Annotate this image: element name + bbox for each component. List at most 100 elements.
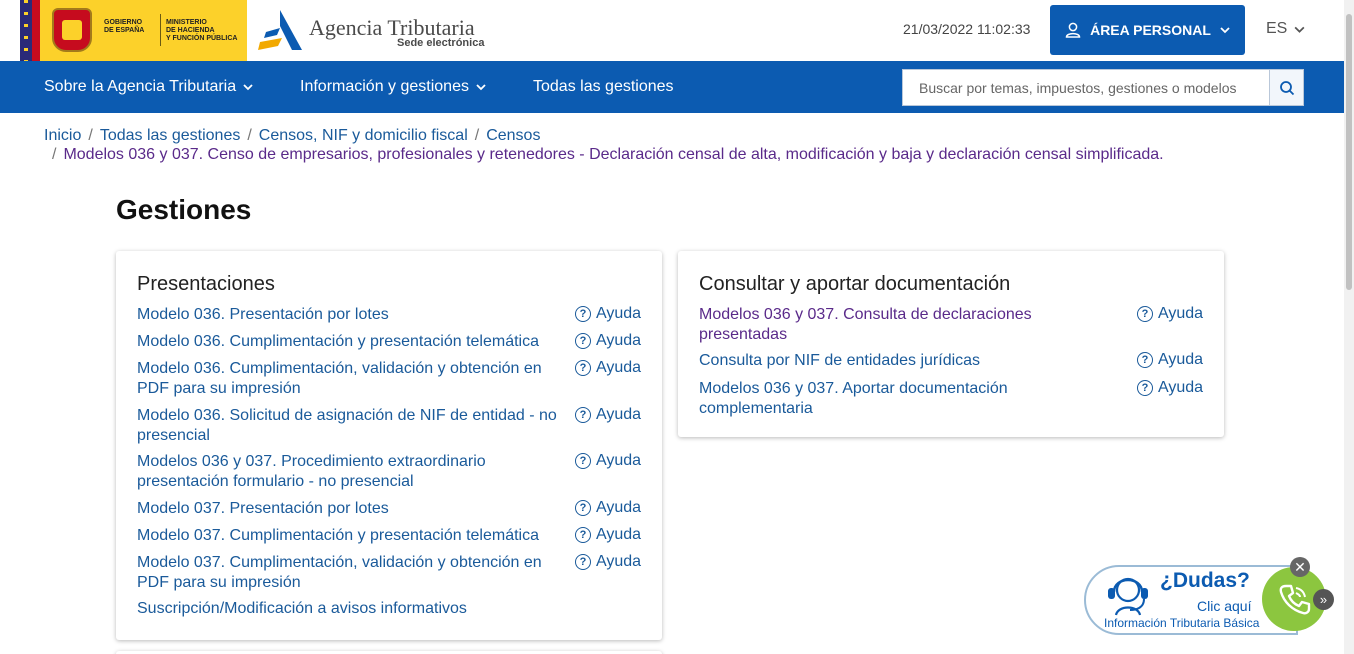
top-header: GOBIERNO DE ESPAÑA MINISTERIO DE HACIEND… [0,0,1344,61]
list-item: Consulta por NIF de entidades jurídicas [699,351,1099,371]
help-label: Ayuda [1158,379,1204,396]
breadcrumb-censos[interactable]: Censos [486,127,540,144]
language-selector[interactable]: ES [1266,20,1306,38]
gestion-link[interactable]: Consulta por NIF de entidades jurídicas [699,352,980,369]
list-item: Modelo 036. Presentación por lotes [137,305,557,325]
list-item: Modelo 037. Cumplimentación y presentaci… [137,526,557,546]
agency-subtitle: Sede electrónica [397,37,485,49]
gestion-link[interactable]: Modelos 036 y 037. Consulta de declaraci… [699,306,1032,343]
gobierno-label: GOBIERNO DE ESPAÑA [104,19,145,34]
search-input[interactable] [903,70,1269,105]
breadcrumb-separator: / [88,127,93,144]
gestion-link[interactable]: Modelos 036 y 037. Aportar documentación… [699,380,1008,417]
breadcrumb-separator: / [247,127,252,144]
nav-sobre-agencia[interactable]: Sobre la Agencia Tributaria [44,78,254,96]
breadcrumb-separator: / [474,127,480,144]
gobierno-logo-block[interactable]: GOBIERNO DE ESPAÑA MINISTERIO DE HACIEND… [20,0,247,61]
help-icon: ? [575,407,591,423]
search-button[interactable] [1269,70,1303,105]
help-link[interactable]: ? Ayuda [575,305,641,323]
breadcrumb-censos-nif[interactable]: Censos, NIF y domicilio fiscal [259,127,468,144]
breadcrumb-current[interactable]: Modelos 036 y 037. Censo de empresarios,… [63,146,1163,163]
list-item: Modelos 036 y 037. Aportar documentación… [699,379,1039,418]
help-icon: ? [575,360,591,376]
gestion-link[interactable]: Modelo 037. Cumplimentación y presentaci… [137,527,539,544]
nav-item-label: Información y gestiones [300,78,469,95]
agencia-tributaria-logo-icon[interactable] [256,8,304,52]
gov-divider [160,14,161,46]
dudas-info-label: Información Tributaria Básica [1104,616,1260,630]
help-icon: ? [575,500,591,516]
page-title: Gestiones [116,194,252,225]
help-label: Ayuda [596,359,642,376]
scrollbar-thumb[interactable] [1346,14,1352,290]
help-link[interactable]: ? Ayuda [575,452,641,470]
help-link[interactable]: ? Ayuda [575,359,641,377]
help-link[interactable]: ? Ayuda [1137,305,1203,323]
area-personal-button[interactable]: ÁREA PERSONAL [1050,5,1245,55]
list-item: Suscripción/Modificación a avisos inform… [137,599,557,619]
area-personal-label: ÁREA PERSONAL [1090,22,1211,38]
help-link[interactable]: ? Ayuda [575,499,641,517]
nav-item-label: Todas las gestiones [533,78,674,95]
breadcrumb-current-line: / Modelos 036 y 037. Censo de empresarios… [52,145,1164,164]
spain-flag-stripe [32,0,40,61]
chevron-down-icon [1294,26,1305,33]
nav-informacion-gestiones[interactable]: Información y gestiones [300,78,487,96]
breadcrumb-separator: / [52,146,57,163]
help-label: Ayuda [596,305,642,322]
chevron-down-icon [243,84,253,91]
main-navbar: Sobre la Agencia Tributaria Información … [0,61,1344,113]
eu-flag-icon [20,0,32,61]
list-item: Modelo 036. Cumplimentación, validación … [137,359,557,398]
help-icon: ? [1137,352,1153,368]
gestion-link[interactable]: Modelo 036. Cumplimentación, validación … [137,360,542,397]
help-label: Ayuda [596,452,642,469]
help-icon: ? [575,554,591,570]
help-icon: ? [1137,380,1153,396]
card-title-presentaciones: Presentaciones [137,273,275,295]
search-icon [1279,80,1294,95]
language-label: ES [1266,20,1288,37]
gestion-link[interactable]: Modelo 037. Presentación por lotes [137,500,389,517]
help-icon: ? [575,333,591,349]
chevron-right-icon[interactable]: » [1313,589,1334,610]
gestion-link[interactable]: Modelo 036. Cumplimentación y presentaci… [137,333,539,350]
list-item: Modelo 037. Cumplimentación, validación … [137,553,557,592]
help-link[interactable]: ? Ayuda [1137,351,1203,369]
gestion-link[interactable]: Modelos 036 y 037. Procedimiento extraor… [137,453,486,490]
breadcrumb-todas-gestiones[interactable]: Todas las gestiones [100,127,241,144]
help-link[interactable]: ? Ayuda [1137,379,1203,397]
list-item: Modelo 037. Presentación por lotes [137,499,557,519]
nav-todas-gestiones[interactable]: Todas las gestiones [533,78,674,96]
help-label: Ayuda [596,406,642,423]
help-icon: ? [575,306,591,322]
list-item: Modelo 036. Solicitud de asignación de N… [137,406,557,445]
gestion-link[interactable]: Modelo 036. Solicitud de asignación de N… [137,407,557,444]
dudas-title: ¿Dudas? [1160,569,1250,592]
card-title-consultar: Consultar y aportar documentación [699,273,1011,295]
gestion-link[interactable]: Modelo 037. Cumplimentación, validación … [137,554,542,591]
help-icon: ? [575,527,591,543]
dudas-click-label[interactable]: Clic aquí [1197,598,1251,614]
help-label: Ayuda [1158,351,1204,368]
help-link[interactable]: ? Ayuda [575,406,641,424]
gestion-link[interactable]: Modelo 036. Presentación por lotes [137,306,389,323]
help-link[interactable]: ? Ayuda [575,553,641,571]
help-label: Ayuda [596,332,642,349]
search-box [902,69,1304,106]
list-item: Modelos 036 y 037. Consulta de declaraci… [699,305,1059,344]
close-icon[interactable]: ✕ [1290,557,1310,577]
help-icon: ? [1137,306,1153,322]
phone-icon [1279,584,1311,615]
chevron-down-icon [1220,27,1230,34]
help-label: Ayuda [596,526,642,543]
gestion-link[interactable]: Suscripción/Modificación a avisos inform… [137,600,467,617]
breadcrumb: Inicio / Todas las gestiones / Censos, NIF y… [44,126,1284,145]
current-datetime: 21/03/2022 11:02:33 [903,21,1031,37]
help-link[interactable]: ? Ayuda [575,332,641,350]
list-item: Modelos 036 y 037. Procedimiento extraor… [137,452,557,491]
nav-item-label: Sobre la Agencia Tributaria [44,78,237,95]
help-link[interactable]: ? Ayuda [575,526,641,544]
breadcrumb-inicio[interactable]: Inicio [44,127,81,144]
